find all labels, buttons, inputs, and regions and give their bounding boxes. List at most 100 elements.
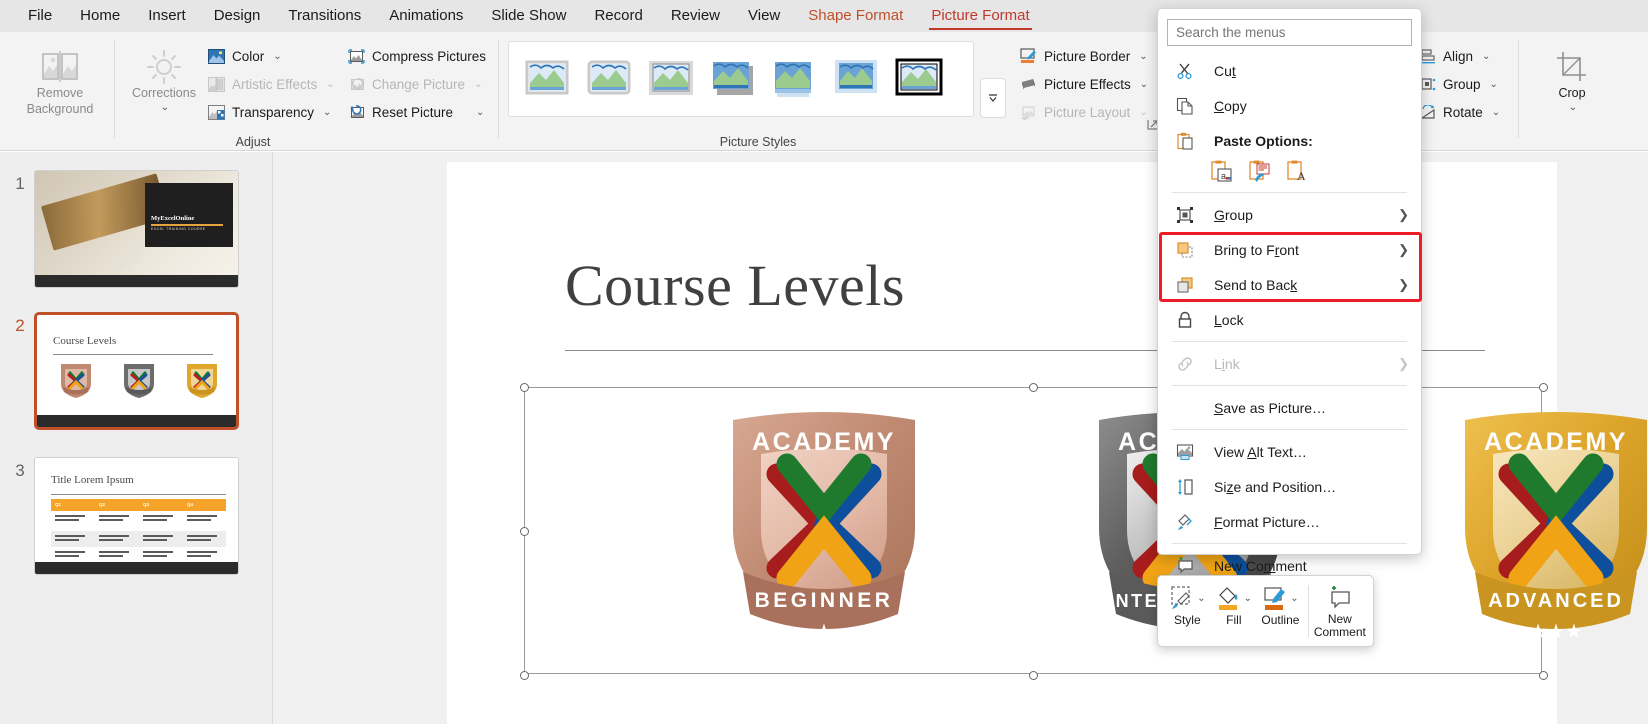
mini-badge-advanced	[185, 361, 219, 404]
picture-effects-button[interactable]: Picture Effects ⌄	[1016, 70, 1152, 98]
tab-record[interactable]: Record	[580, 2, 656, 30]
mini-toolbar-new-comment[interactable]: New Comment	[1313, 583, 1367, 639]
align-button[interactable]: Align ⌄	[1416, 42, 1504, 70]
group-button[interactable]: Group ⌄	[1416, 70, 1504, 98]
menu-divider	[1172, 341, 1407, 342]
adjust-group-label: Adjust	[235, 135, 271, 149]
tab-transitions[interactable]: Transitions	[274, 2, 375, 30]
resize-handle-w[interactable]	[520, 527, 529, 536]
chevron-down-icon[interactable]: ⌄	[1290, 593, 1298, 604]
chevron-down-icon[interactable]: ⌄	[323, 107, 331, 118]
tab-slide-show[interactable]: Slide Show	[477, 2, 580, 30]
mini-toolbar-label: Fill	[1226, 613, 1242, 627]
chevron-down-icon[interactable]: ⌄	[1244, 593, 1252, 604]
menu-item-label: New Comment	[1214, 557, 1307, 574]
picture-style-item[interactable]	[831, 57, 883, 102]
crop-button[interactable]: Crop ⌄	[1528, 40, 1616, 114]
picture-icon[interactable]	[1248, 160, 1270, 182]
chevron-down-icon[interactable]: ⌄	[1139, 51, 1147, 62]
search-input[interactable]: Search the menus	[1167, 19, 1412, 46]
slide-thumbnail-2[interactable]: 2 Course Levels	[6, 312, 239, 430]
tab-picture-format[interactable]: Picture Format	[917, 2, 1043, 30]
picture-styles-group-label: Picture Styles	[719, 135, 797, 149]
tab-design[interactable]: Design	[200, 2, 275, 30]
menu-item-save-as-picture[interactable]: Save as Picture…	[1158, 390, 1421, 425]
resize-handle-nw[interactable]	[520, 383, 529, 392]
change-picture-icon	[348, 77, 365, 92]
picture-style-item[interactable]	[707, 57, 759, 102]
logo-rule	[151, 224, 223, 226]
keep-source-formatting-icon[interactable]: a	[1210, 160, 1232, 182]
picture-style-item[interactable]	[521, 57, 573, 102]
tab-view[interactable]: View	[734, 2, 794, 30]
chevron-down-icon[interactable]: ⌄	[1482, 51, 1490, 62]
badge-beginner[interactable]: ACADEMY BEGINNER ★	[719, 402, 929, 652]
chevron-down-icon[interactable]: ⌄	[476, 107, 484, 118]
tab-animations[interactable]: Animations	[375, 2, 477, 30]
slide-preview-selected[interactable]: Course Levels	[34, 312, 239, 430]
reset-picture-button[interactable]: Reset Picture ⌄	[344, 98, 490, 126]
transparency-button[interactable]: Transparency ⌄	[204, 98, 339, 126]
picture-style-item-selected[interactable]	[893, 57, 945, 102]
menu-item-copy[interactable]: Copy	[1158, 88, 1421, 123]
tab-shape-format[interactable]: Shape Format	[794, 2, 917, 30]
picture-style-item[interactable]	[769, 57, 821, 102]
menu-item-format-picture[interactable]: Format Picture…	[1158, 504, 1421, 539]
chevron-right-icon: ❯	[1398, 355, 1409, 371]
slide-thumbnail-3[interactable]: 3 Title Lorem Ipsum Q1 Q2 Q3 Q4	[6, 457, 239, 575]
picture-styles-gallery[interactable]	[508, 41, 974, 117]
context-menu[interactable]: Search the menus Cut Copy Paste Options:…	[1157, 8, 1422, 574]
col-header: Q4	[187, 502, 194, 507]
menu-item-bring-to-front[interactable]: Bring to Front ❯	[1158, 232, 1421, 267]
chevron-down-icon[interactable]: ⌄	[1492, 107, 1500, 118]
picture-style-item[interactable]	[583, 57, 635, 102]
menu-item-label: Save as Picture…	[1214, 399, 1327, 416]
resize-handle-se[interactable]	[1539, 671, 1548, 680]
mini-toolbar[interactable]: ⌄ Style ⌄ Fill ⌄ Outline New Comment	[1157, 575, 1374, 647]
tab-home[interactable]: Home	[66, 2, 134, 30]
badge-advanced[interactable]: ACADEMY ADVANCED ★★★	[1451, 402, 1648, 652]
chevron-down-icon[interactable]: ⌄	[1569, 102, 1577, 115]
color-button[interactable]: Color ⌄	[204, 42, 339, 70]
remove-background-button[interactable]: Remove Background	[16, 40, 104, 117]
align-label: Align	[1443, 48, 1474, 64]
paste-options-row[interactable]: a A	[1158, 158, 1421, 188]
chevron-down-icon[interactable]: ⌄	[273, 51, 281, 62]
menu-item-view-alt-text[interactable]: View Alt Text…	[1158, 434, 1421, 469]
chevron-down-icon[interactable]: ⌄	[161, 102, 169, 115]
menu-item-send-to-back[interactable]: Send to Back ❯	[1158, 267, 1421, 302]
picture-border-button[interactable]: Picture Border ⌄	[1016, 42, 1152, 70]
slide-preview[interactable]: MyExcelOnline EXCEL TRAINING COURSE	[34, 170, 239, 288]
corrections-button[interactable]: Corrections ⌄	[120, 40, 208, 114]
tab-review[interactable]: Review	[657, 2, 734, 30]
menu-item-label: View Alt Text…	[1214, 443, 1307, 460]
menu-item-group[interactable]: Group ❯	[1158, 197, 1421, 232]
mini-toolbar-outline[interactable]: ⌄ Outline	[1257, 583, 1304, 627]
slide-preview[interactable]: Title Lorem Ipsum Q1 Q2 Q3 Q4	[34, 457, 239, 575]
slide-thumbnails-panel[interactable]: 1 MyExcelOnline EXCEL TRAINING COURSE 2 …	[0, 152, 273, 724]
chevron-down-icon[interactable]: ⌄	[1490, 79, 1498, 90]
picture-styles-more-button[interactable]	[980, 78, 1006, 118]
menu-item-lock[interactable]: Lock	[1158, 302, 1421, 337]
slide-thumbnail-1[interactable]: 1 MyExcelOnline EXCEL TRAINING COURSE	[6, 170, 239, 288]
menu-item-cut[interactable]: Cut	[1158, 53, 1421, 88]
menu-item-size-and-position[interactable]: Size and Position…	[1158, 469, 1421, 504]
resize-handle-s[interactable]	[1029, 671, 1038, 680]
tab-file[interactable]: File	[14, 2, 66, 30]
mini-toolbar-fill[interactable]: ⌄ Fill	[1211, 583, 1258, 627]
picture-style-item[interactable]	[645, 57, 697, 102]
mini-toolbar-style[interactable]: ⌄ Style	[1164, 583, 1211, 627]
resize-handle-sw[interactable]	[520, 671, 529, 680]
picture-layout-icon	[1020, 105, 1037, 120]
resize-handle-ne[interactable]	[1539, 383, 1548, 392]
keep-text-only-icon[interactable]: A	[1286, 160, 1308, 182]
tab-insert[interactable]: Insert	[134, 2, 200, 30]
slide3-title: Title Lorem Ipsum	[51, 474, 134, 486]
rotate-button[interactable]: Rotate ⌄	[1416, 98, 1504, 126]
compress-pictures-button[interactable]: Compress Pictures	[344, 42, 490, 70]
chevron-down-icon[interactable]: ⌄	[1197, 593, 1205, 604]
page-title[interactable]: Course Levels	[565, 252, 905, 319]
chevron-down-icon[interactable]: ⌄	[1140, 79, 1148, 90]
slide3-rule	[51, 494, 226, 495]
resize-handle-n[interactable]	[1029, 383, 1038, 392]
